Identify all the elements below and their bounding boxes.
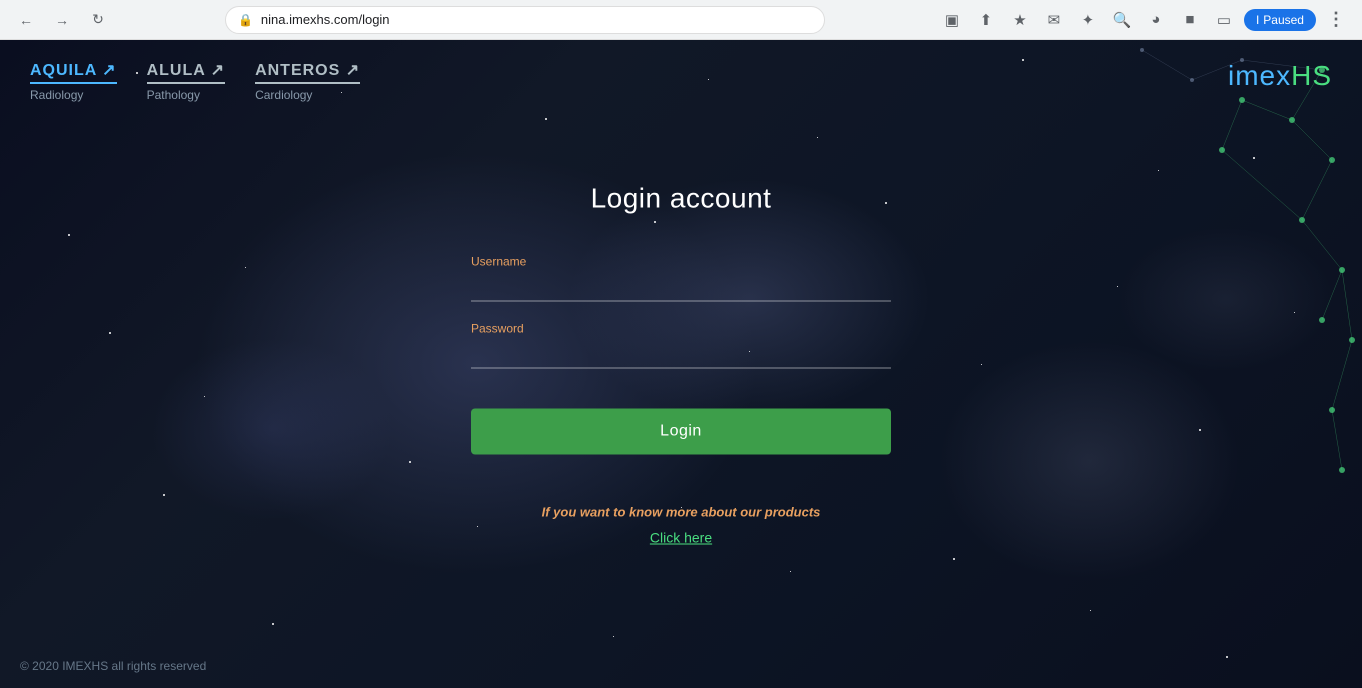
star xyxy=(1090,610,1091,611)
logo-imex-text: imex xyxy=(1228,60,1291,91)
address-bar[interactable]: 🔒 nina.imexhs.com/login xyxy=(225,6,825,34)
url-text: nina.imexhs.com/login xyxy=(261,12,390,27)
star xyxy=(981,364,982,365)
paused-icon: I xyxy=(1256,13,1259,27)
star xyxy=(68,234,70,236)
share-button[interactable]: ⬆ xyxy=(972,6,1000,34)
info-text: If you want to know more about our produ… xyxy=(471,505,891,520)
username-group: Username xyxy=(471,255,891,302)
click-here-link[interactable]: Click here xyxy=(471,530,891,546)
screenshot-button[interactable]: ▣ xyxy=(938,6,966,34)
back-button[interactable]: ← xyxy=(12,6,40,34)
nav-products: AQUILA ↗ Radiology ALULA ↗ Pathology ANT… xyxy=(30,60,360,102)
browser-actions: ▣ ⬆ ★ ✉ ✦ 🔍 ◕ ■ ▭ I Paused ⋮ xyxy=(938,6,1350,34)
star xyxy=(1226,656,1228,658)
product-aquila[interactable]: AQUILA ↗ Radiology xyxy=(30,60,117,102)
login-button[interactable]: Login xyxy=(471,409,891,455)
anteros-underline xyxy=(255,82,360,84)
username-label: Username xyxy=(471,255,891,269)
forward-button[interactable]: → xyxy=(48,6,76,34)
aquila-underline xyxy=(30,82,117,84)
star xyxy=(817,137,818,138)
footer: © 2020 IMEXHS all rights reserved xyxy=(20,659,206,673)
extension1-button[interactable]: ✦ xyxy=(1074,6,1102,34)
alula-sub: Pathology xyxy=(147,88,225,102)
browser-nav: ← → ↻ xyxy=(12,6,112,34)
star xyxy=(163,494,165,496)
star xyxy=(1199,429,1201,431)
star xyxy=(790,571,791,572)
extension2-button[interactable]: ◕ xyxy=(1142,6,1170,34)
star xyxy=(1294,312,1295,313)
page: AQUILA ↗ Radiology ALULA ↗ Pathology ANT… xyxy=(0,40,1362,688)
browser-chrome: ← → ↻ 🔒 nina.imexhs.com/login ▣ ⬆ ★ ✉ ✦ … xyxy=(0,0,1362,40)
aquila-sub: Radiology xyxy=(30,88,117,102)
star xyxy=(1117,286,1118,287)
imexhs-logo: imexHS xyxy=(1228,60,1332,92)
logo-hs-text: HS xyxy=(1291,60,1332,91)
paused-button[interactable]: I Paused xyxy=(1244,9,1316,31)
puzzle-button[interactable]: ■ xyxy=(1176,6,1204,34)
username-input[interactable] xyxy=(471,273,891,302)
star xyxy=(953,558,955,560)
login-title: Login account xyxy=(471,183,891,215)
star xyxy=(1158,170,1159,171)
password-input[interactable] xyxy=(471,340,891,369)
anteros-sub: Cardiology xyxy=(255,88,360,102)
password-label: Password xyxy=(471,322,891,336)
product-alula[interactable]: ALULA ↗ Pathology xyxy=(147,60,225,102)
anteros-label: ANTEROS ↗ xyxy=(255,60,360,80)
star xyxy=(1253,157,1255,159)
star xyxy=(204,396,205,397)
star xyxy=(272,623,274,625)
alula-underline xyxy=(147,82,225,84)
star xyxy=(245,267,246,268)
lock-icon: 🔒 xyxy=(238,13,253,27)
star xyxy=(409,461,411,463)
mail-button[interactable]: ✉ xyxy=(1040,6,1068,34)
sidebar-button[interactable]: ▭ xyxy=(1210,6,1238,34)
reload-button[interactable]: ↻ xyxy=(84,6,112,34)
aquila-label: AQUILA ↗ xyxy=(30,60,117,80)
bookmark-button[interactable]: ★ xyxy=(1006,6,1034,34)
paused-label: Paused xyxy=(1263,13,1304,27)
header: AQUILA ↗ Radiology ALULA ↗ Pathology ANT… xyxy=(0,40,1362,122)
password-group: Password xyxy=(471,322,891,369)
alula-label: ALULA ↗ xyxy=(147,60,225,80)
copyright-text: © 2020 IMEXHS all rights reserved xyxy=(20,659,206,673)
star xyxy=(109,332,111,334)
star xyxy=(613,636,614,637)
menu-button[interactable]: ⋮ xyxy=(1322,6,1350,34)
product-anteros[interactable]: ANTEROS ↗ Cardiology xyxy=(255,60,360,102)
login-container: Login account Username Password Login If… xyxy=(471,183,891,546)
zoom-button[interactable]: 🔍 xyxy=(1108,6,1136,34)
